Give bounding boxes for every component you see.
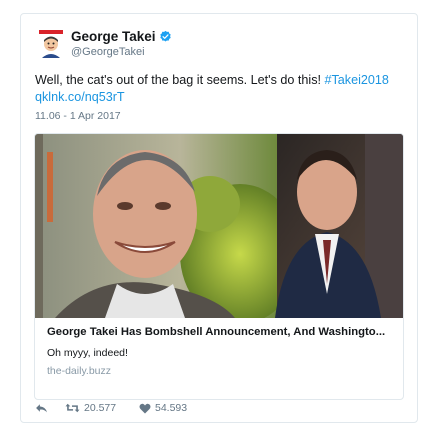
like-count: 54.593 [155,402,188,414]
avatar-icon[interactable] [37,28,65,58]
tweet-actions: 20.577 54.593 [35,400,335,416]
tweet-text: Well, the cat's out of the bag it seems.… [35,72,407,106]
retweet-count: 20.577 [84,402,117,414]
verified-badge-icon [159,30,171,42]
hashtag-link[interactable]: #Takei2018 [325,73,389,87]
retweet-icon [65,403,80,413]
author-name-row[interactable]: George Takei [71,29,172,44]
reply-icon [36,404,47,413]
tweet-body: Well, the cat's out of the bag it seems.… [35,73,321,87]
tweet-header: George Takei @GeorgeTakei [37,28,337,60]
reply-button[interactable] [35,400,48,416]
tweet-timestamp[interactable]: 11.06 - 1 Apr 2017 [35,110,121,122]
short-url-link[interactable]: qklnk.co/nq53rT [35,90,125,104]
retweet-button[interactable]: 20.577 [65,400,116,416]
heart-icon [139,403,151,413]
author-name[interactable]: George Takei [71,29,156,44]
card-title[interactable]: George Takei Has Bombshell Announcement,… [47,326,393,338]
card-image[interactable] [35,134,403,318]
card-text: George Takei Has Bombshell Announcement,… [47,326,393,377]
card-description: Oh myyy, indeed! [47,347,128,359]
author-handle[interactable]: @GeorgeTakei [71,46,145,58]
link-preview-card[interactable]: George Takei Has Bombshell Announcement,… [34,133,404,400]
like-button[interactable]: 54.593 [139,400,187,416]
tweet-card[interactable]: George Takei @GeorgeTakei Well, the cat'… [20,13,418,423]
card-domain: the-daily.buzz [47,365,112,377]
